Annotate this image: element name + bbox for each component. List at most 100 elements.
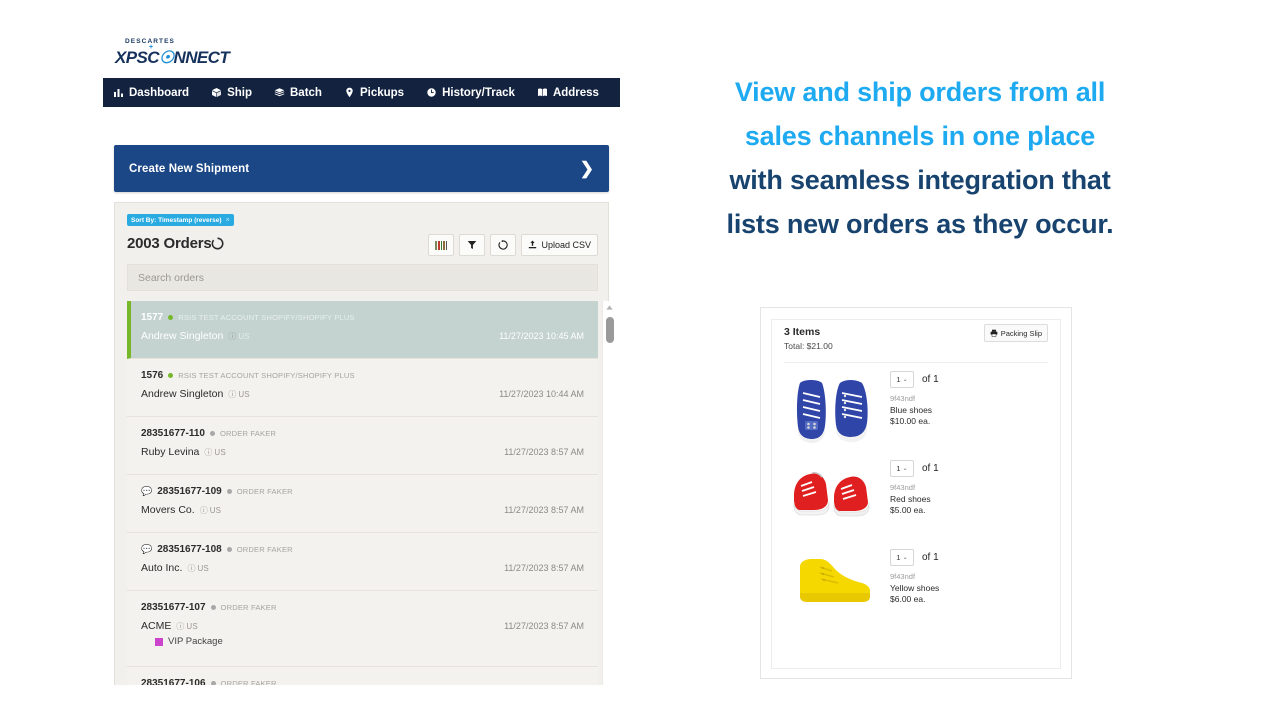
order-id: 28351677-107 [141,602,206,613]
xps-connect-logo[interactable]: DESCARTES + XPSC☉NNECT [111,36,231,70]
close-icon[interactable]: × [226,217,230,224]
nav-label-ship: Ship [227,87,252,99]
quantity-value: 1 [896,375,900,384]
customer-name: Movers Co. [141,504,195,516]
search-orders-placeholder: Search orders [138,272,204,284]
order-row[interactable]: 💬28351677-108ORDER FAKERAuto Inc.ⓘUS11/2… [127,533,598,591]
quantity-select[interactable]: 1⌄ [890,460,914,477]
order-row-bottom: Auto Inc.ⓘUS11/27/2023 8:57 AM [141,561,598,575]
barcode-glyph [435,241,447,250]
nav-label-dashboard: Dashboard [129,87,189,99]
chart-bar-icon [113,87,124,98]
order-item-details: 1⌄of 19f43ndfBlue shoes$10.00 ea. [890,371,939,426]
status-dot-icon [210,431,215,436]
sales-channel-label: ORDER FAKER [237,487,293,496]
nav-item-ship[interactable]: Ship [211,87,252,99]
nav-item-batch[interactable]: Batch [274,87,322,99]
upload-csv-button[interactable]: Upload CSV [521,234,598,256]
order-timestamp: 11/27/2023 10:45 AM [499,331,584,341]
clock-icon [426,87,437,98]
order-row[interactable]: 1576RSIS TEST ACCOUNT SHOPIFY/SHOPIFY PL… [127,359,598,417]
upload-csv-label: Upload CSV [541,240,591,250]
sales-channel-label: ORDER FAKER [237,545,293,554]
order-row-bottom: Ruby LevinaⓘUS11/27/2023 8:57 AM [141,445,598,459]
order-row[interactable]: 28351677-110ORDER FAKERRuby LevinaⓘUS11/… [127,417,598,475]
quantity-select[interactable]: 1⌄ [890,371,914,388]
order-tag[interactable]: VIP Package [141,636,598,647]
search-orders-input[interactable]: Search orders [127,264,598,291]
customer-name: Andrew Singleton [141,388,223,400]
order-row-top: 28351677-107ORDER FAKER [141,600,598,614]
chevron-down-icon: ⌄ [903,376,908,383]
filter-icon[interactable] [459,234,485,256]
status-dot-icon [168,373,173,378]
order-timestamp: 11/27/2023 8:57 AM [504,505,584,515]
order-item-details: 1⌄of 19f43ndfRed shoes$5.00 ea. [890,460,939,515]
nav-item-dashboard[interactable]: Dashboard [113,87,189,99]
order-items-card: 3 Items Total: $21.00 Packing Slip 1⌄of … [771,319,1061,669]
nav-label-history-track: History/Track [442,87,515,99]
nav-item-pickups[interactable]: Pickups [344,87,404,99]
marketing-headline: View and ship orders from all sales chan… [660,70,1180,246]
packing-slip-label: Packing Slip [1001,329,1042,338]
create-new-shipment-button[interactable]: Create New Shipment ❯ [114,145,609,192]
item-price: $10.00 ea. [890,416,939,426]
order-row[interactable]: 28351677-106ORDER FAKERMolly DeWittⓘUS11… [127,667,598,685]
customer-name: ACME [141,620,171,632]
layers-icon [274,87,285,98]
nav-label-pickups: Pickups [360,87,404,99]
order-item-row: 1⌄of 19f43ndfBlue shoes$10.00 ea. [784,363,1048,452]
scrollbar-thumb[interactable] [606,317,614,343]
packing-slip-button[interactable]: Packing Slip [984,324,1048,342]
orders-list-scrollbar[interactable] [602,301,616,685]
country-code: US [238,332,250,341]
blue-sneakers-photo [788,371,880,449]
create-new-shipment-label: Create New Shipment [129,163,249,175]
orders-toolbar[interactable]: Upload CSV [428,234,598,256]
order-row[interactable]: 💬28351677-109ORDER FAKERMovers Co.ⓘUS11/… [127,475,598,533]
item-sku: 9f43ndf [890,572,939,581]
printer-icon [990,324,998,342]
status-dot-icon [168,315,173,320]
order-timestamp: 11/27/2023 8:57 AM [504,621,584,631]
order-row[interactable]: 28351677-107ORDER FAKERACMEⓘUS11/27/2023… [127,591,598,667]
order-items-list: 1⌄of 19f43ndfBlue shoes$10.00 ea.1⌄of 19… [772,363,1060,630]
red-sneakers-photo [788,460,880,538]
items-total-label: Total: $21.00 [784,341,833,351]
headline-line-4: lists new orders as they occur. [660,202,1180,246]
status-dot-icon [227,489,232,494]
columns-icon[interactable] [428,234,454,256]
map-pin-icon [344,87,355,98]
globe-icon: ⓘ [228,389,236,400]
upload-icon [528,240,537,251]
order-id: 28351677-109 [157,486,222,497]
globe-icon: ⓘ [176,621,184,632]
sort-by-badge[interactable]: Sort By: Timestamp (reverse) × [127,214,234,226]
refresh-icon[interactable] [490,234,516,256]
item-name: Yellow shoes [890,583,939,593]
order-items-panel: 3 Items Total: $21.00 Packing Slip 1⌄of … [760,307,1072,679]
order-row[interactable]: 1577RSIS TEST ACCOUNT SHOPIFY/SHOPIFY PL… [127,301,598,359]
customer-name: Ruby Levina [141,446,199,458]
logo-connect-c: C [147,48,159,67]
order-timestamp: 11/27/2023 8:57 AM [504,563,584,573]
scroll-up-arrow-icon[interactable] [603,301,616,314]
refresh-spinner-icon[interactable] [211,237,224,255]
quantity-value: 1 [896,553,900,562]
quantity-select[interactable]: 1⌄ [890,549,914,566]
country-code: US [197,564,209,573]
quantity-of-label: of 1 [922,552,939,563]
book-icon [537,87,548,98]
main-navigation-bar[interactable]: Dashboard Ship Batch Pickups [103,78,620,107]
order-row-bottom: Andrew SingletonⓘUS11/27/2023 10:44 AM [141,387,598,401]
item-sku: 9f43ndf [890,394,939,403]
order-row-top: 💬28351677-109ORDER FAKER [141,484,598,498]
nav-item-address[interactable]: Address [537,87,599,99]
item-name: Red shoes [890,494,939,504]
quantity-line: 1⌄of 1 [890,460,939,477]
order-row-top: 💬28351677-108ORDER FAKER [141,542,598,556]
orders-list[interactable]: 1577RSIS TEST ACCOUNT SHOPIFY/SHOPIFY PL… [127,301,598,685]
item-sku: 9f43ndf [890,483,939,492]
nav-item-history-track[interactable]: History/Track [426,87,515,99]
status-dot-icon [227,547,232,552]
